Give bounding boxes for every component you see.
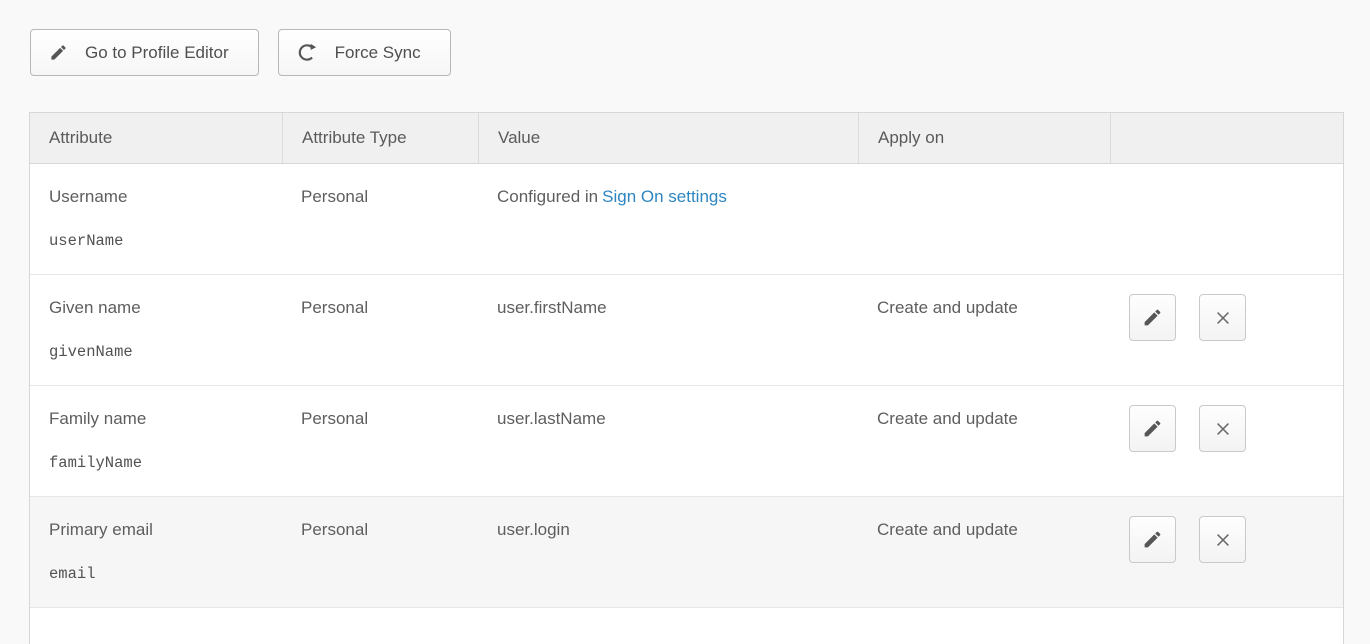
delete-attribute-button[interactable] xyxy=(1199,294,1246,341)
attribute-display-name: Family name xyxy=(49,407,270,431)
toolbar: Go to Profile Editor Force Sync xyxy=(30,29,451,76)
close-icon xyxy=(1213,530,1233,550)
cell-attribute-type: Personal xyxy=(282,497,478,607)
column-header-attribute: Attribute xyxy=(30,113,282,163)
cell-value: user.login xyxy=(478,497,858,607)
cell-value: user.lastName xyxy=(478,386,858,496)
refresh-icon xyxy=(297,42,318,63)
cell-attribute: Given name givenName xyxy=(30,275,282,385)
go-to-profile-editor-button[interactable]: Go to Profile Editor xyxy=(30,29,259,76)
cell-actions xyxy=(1110,164,1343,274)
pencil-icon xyxy=(1142,307,1163,328)
table-row-family-name: Family name familyName Personal user.las… xyxy=(30,386,1343,497)
cell-attribute: Family name familyName xyxy=(30,386,282,496)
cell-attribute-type: Personal xyxy=(282,275,478,385)
attribute-display-name: Given name xyxy=(49,296,270,320)
column-header-attribute-type: Attribute Type xyxy=(282,113,478,163)
attribute-mappings-page: { "toolbar": { "profile_editor_label": "… xyxy=(0,0,1370,644)
cell-actions xyxy=(1110,275,1343,385)
cell-apply-on xyxy=(858,164,1110,274)
cell-attribute-type: Personal xyxy=(282,164,478,274)
close-icon xyxy=(1213,419,1233,439)
table-header-row: Attribute Attribute Type Value Apply on xyxy=(30,113,1343,164)
cell-actions xyxy=(1110,386,1343,496)
cell-apply-on: Create and update xyxy=(858,386,1110,496)
attribute-variable-name: familyName xyxy=(49,453,270,473)
cell-value: Configured inSign On settings xyxy=(478,164,858,274)
delete-attribute-button[interactable] xyxy=(1199,405,1246,452)
sign-on-settings-link[interactable]: Sign On settings xyxy=(602,187,727,206)
table-row-partial xyxy=(30,608,1343,644)
cell-attribute-type: Personal xyxy=(282,386,478,496)
table-row-username: Username userName Personal Configured in… xyxy=(30,164,1343,275)
attribute-display-name: Username xyxy=(49,185,270,209)
cell-apply-on: Create and update xyxy=(858,497,1110,607)
edit-attribute-button[interactable] xyxy=(1129,516,1176,563)
attribute-mappings-table: Attribute Attribute Type Value Apply on … xyxy=(29,112,1344,644)
force-sync-label: Force Sync xyxy=(335,43,421,63)
attribute-variable-name: userName xyxy=(49,231,270,251)
pencil-icon xyxy=(1142,418,1163,439)
cell-apply-on: Create and update xyxy=(858,275,1110,385)
column-header-apply-on: Apply on xyxy=(858,113,1110,163)
cell-attribute: Primary email email xyxy=(30,497,282,607)
column-header-value: Value xyxy=(478,113,858,163)
attribute-display-name: Primary email xyxy=(49,518,270,542)
delete-attribute-button[interactable] xyxy=(1199,516,1246,563)
value-text: Configured in xyxy=(497,187,598,206)
edit-attribute-button[interactable] xyxy=(1129,294,1176,341)
table-row-given-name: Given name givenName Personal user.first… xyxy=(30,275,1343,386)
table-row-primary-email: Primary email email Personal user.login … xyxy=(30,497,1343,608)
cell-attribute: Username userName xyxy=(30,164,282,274)
edit-attribute-button[interactable] xyxy=(1129,405,1176,452)
attribute-variable-name: email xyxy=(49,564,270,584)
attribute-variable-name: givenName xyxy=(49,342,270,362)
cell-actions xyxy=(1110,497,1343,607)
pencil-icon xyxy=(49,43,68,62)
go-to-profile-editor-label: Go to Profile Editor xyxy=(85,43,229,63)
column-header-actions xyxy=(1110,113,1343,163)
cell-value: user.firstName xyxy=(478,275,858,385)
force-sync-button[interactable]: Force Sync xyxy=(278,29,451,76)
close-icon xyxy=(1213,308,1233,328)
pencil-icon xyxy=(1142,529,1163,550)
